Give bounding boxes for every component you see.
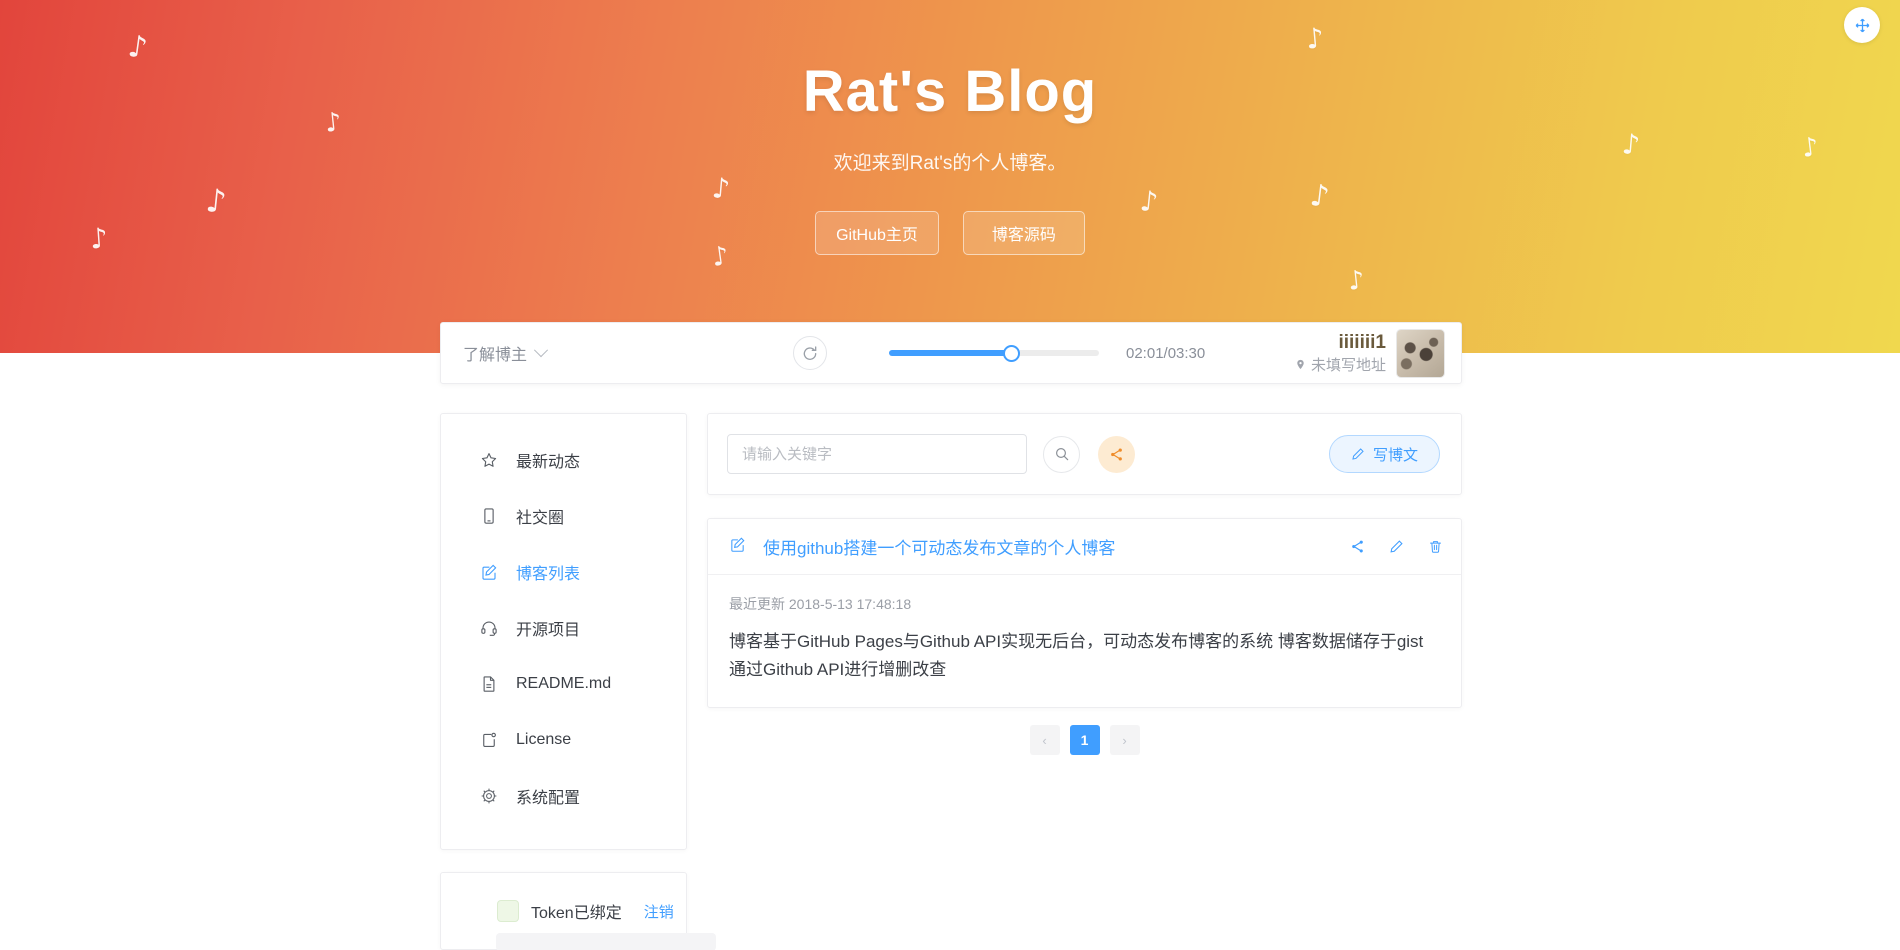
post-body: 最近更新 2018-5-13 17:48:18 博客基于GitHub Pages… xyxy=(708,575,1461,683)
token-status-indicator-icon xyxy=(497,900,519,922)
star-icon xyxy=(479,451,498,470)
sidebar-item-label: README.md xyxy=(516,675,612,692)
user-info: iiiiiii1 未填写地址 xyxy=(1295,328,1445,378)
chevron-left-icon: ‹ xyxy=(1042,732,1047,748)
music-note-icon: ♪ xyxy=(1307,177,1332,216)
write-post-button[interactable]: 写博文 xyxy=(1328,435,1440,473)
post-action-group xyxy=(1350,539,1443,554)
about-author-label: 了解博主 xyxy=(463,347,528,364)
headset-icon xyxy=(479,619,498,638)
token-placeholder-bar xyxy=(496,933,716,950)
page-subtitle: 欢迎来到Rat's的个人博客。 xyxy=(833,153,1067,174)
edit-square-icon xyxy=(729,536,746,558)
page-title: Rat's Blog xyxy=(802,59,1098,124)
edit-square-icon xyxy=(479,563,498,582)
playback-time: 02:01/03:30 xyxy=(1126,344,1206,362)
hero-button-group: GitHub主页 博客源码 xyxy=(0,211,1900,255)
post-excerpt: 博客基于GitHub Pages与Github API实现无后台，可动态发布博客… xyxy=(729,632,1424,679)
chevron-down-icon xyxy=(533,343,549,358)
write-post-label: 写博文 xyxy=(1372,446,1418,464)
sidebar-item-license[interactable]: License xyxy=(441,720,686,760)
pagination: ‹ 1 › xyxy=(707,725,1462,755)
sidebar-item-label: 博客列表 xyxy=(516,566,581,583)
token-status-label: Token已绑定 xyxy=(531,905,622,922)
search-input[interactable] xyxy=(727,434,1027,474)
sidebar-item-label: 系统配置 xyxy=(516,790,581,807)
username-label: iiiiiii1 xyxy=(1338,331,1386,353)
hero-header: ♪ ♪ ♪ ♪ ♪ ♪ ♪ ♪ ♪ ♪ ♪ ♪ Rat's Blog 欢迎来到Rat's的个人博客。 … xyxy=(0,0,1900,353)
sidebar-item-blog-list[interactable]: 博客列表 xyxy=(441,552,686,592)
post-meta-time: 2018-5-13 17:48:18 xyxy=(788,596,912,612)
sidebar-item-readme[interactable]: README.md xyxy=(441,664,686,704)
music-note-icon: ♪ xyxy=(710,171,732,206)
search-button[interactable] xyxy=(1043,435,1080,473)
about-author-dropdown[interactable]: 了解博主 xyxy=(463,341,793,365)
refresh-icon xyxy=(803,346,817,360)
sidebar-item-label: 开源项目 xyxy=(516,622,581,639)
sidebar-item-open-source[interactable]: 开源项目 xyxy=(441,608,686,648)
share-button[interactable] xyxy=(1098,435,1135,473)
post-header: 使用github搭建一个可动态发布文章的个人博客 xyxy=(708,519,1461,575)
user-location-label: 未填写地址 xyxy=(1310,357,1386,375)
search-icon xyxy=(1055,448,1068,461)
location-pin-icon xyxy=(1297,360,1304,370)
pagination-prev-button[interactable]: ‹ xyxy=(1029,725,1060,755)
license-icon xyxy=(479,731,498,750)
sidebar-item-label: 社交圈 xyxy=(516,510,565,527)
avatar[interactable] xyxy=(1396,328,1445,378)
token-row: Token已绑定 注销 xyxy=(441,873,686,923)
progress-slider[interactable] xyxy=(889,344,1099,362)
sidebar: 最新动态 社交圈 博客列表 开源项目 README.md License 系统配… xyxy=(440,413,687,850)
sidebar-item-social[interactable]: 社交圈 xyxy=(441,496,686,536)
drag-handle-button[interactable] xyxy=(1844,7,1880,43)
user-text-block: iiiiiii1 未填写地址 xyxy=(1295,331,1386,376)
music-note-icon: ♪ xyxy=(1346,265,1367,297)
pagination-page-1[interactable]: 1 xyxy=(1069,725,1100,755)
move-arrows-icon xyxy=(1855,18,1869,32)
player-controls: 02:01/03:30 xyxy=(793,336,1295,370)
pagination-next-button[interactable]: › xyxy=(1109,725,1140,755)
github-home-button[interactable]: GitHub主页 xyxy=(815,211,939,255)
post-title-link[interactable]: 使用github搭建一个可动态发布文章的个人博客 xyxy=(729,534,1115,559)
refresh-button[interactable] xyxy=(793,336,827,370)
post-title-text: 使用github搭建一个可动态发布文章的个人博客 xyxy=(763,539,1116,558)
document-icon xyxy=(479,675,498,694)
sidebar-item-label: License xyxy=(516,731,572,748)
post-meta: 最近更新 2018-5-13 17:48:18 xyxy=(729,594,1437,614)
share-icon xyxy=(1352,540,1363,553)
progress-slider-knob[interactable] xyxy=(1002,344,1020,362)
page-root: ♪ ♪ ♪ ♪ ♪ ♪ ♪ ♪ ♪ ♪ ♪ ♪ Rat's Blog 欢迎来到Rat's的个人博客。 … xyxy=(0,0,1900,950)
progress-slider-fill xyxy=(889,350,1011,356)
chevron-right-icon: › xyxy=(1122,732,1127,748)
search-toolbar: 写博文 xyxy=(707,413,1462,495)
pencil-icon xyxy=(1352,448,1364,460)
trash-icon xyxy=(1430,541,1441,553)
blog-source-button[interactable]: 博客源码 xyxy=(962,211,1085,255)
token-card: Token已绑定 注销 xyxy=(440,872,716,950)
sidebar-item-latest[interactable]: 最新动态 xyxy=(441,440,686,480)
music-player-bar: 了解博主 02:01/03:30 iiiiiii1 未填写地址 xyxy=(440,322,1462,384)
post-edit-button[interactable] xyxy=(1389,539,1404,554)
gear-icon xyxy=(479,787,498,806)
music-note-icon: ♪ xyxy=(1304,21,1326,56)
post-meta-label: 最近更新 xyxy=(729,596,785,612)
share-icon xyxy=(1111,448,1122,460)
post-card: 使用github搭建一个可动态发布文章的个人博客 最近更新 2018-5-13 … xyxy=(707,518,1462,708)
sidebar-item-label: 最新动态 xyxy=(516,454,581,471)
post-delete-button[interactable] xyxy=(1428,539,1443,554)
mobile-icon xyxy=(479,507,498,526)
sidebar-item-system-config[interactable]: 系统配置 xyxy=(441,776,686,816)
pencil-icon xyxy=(1390,540,1403,553)
post-share-button[interactable] xyxy=(1350,539,1365,554)
user-location: 未填写地址 xyxy=(1295,354,1386,375)
token-logout-link[interactable]: 注销 xyxy=(644,901,674,922)
